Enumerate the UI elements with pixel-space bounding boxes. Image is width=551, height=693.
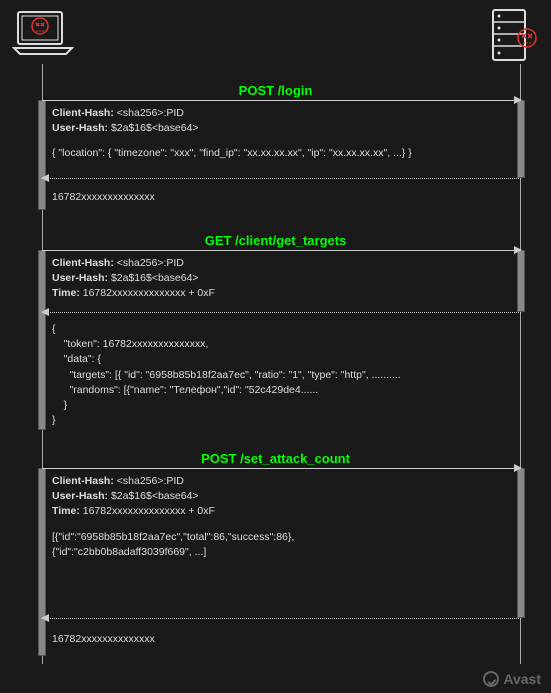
- request-login-headers: Client-Hash: <sha256>:PID User-Hash: $2a…: [52, 106, 511, 162]
- header-user-hash-val-2: $2a$16$<base64>: [108, 272, 199, 284]
- response-set-attack-count-body: 16782xxxxxxxxxxxxxx: [52, 632, 511, 647]
- request-set-attack-count-body-line2: {"id":"c2bb0b8adaff3039f669", ...]: [52, 545, 511, 560]
- header-user-hash-val: $2a$16$<base64>: [108, 122, 199, 134]
- client-laptop-icon: [12, 8, 74, 65]
- header-client-hash-val-2: <sha256>:PID: [114, 257, 184, 269]
- activation-server-3: [517, 468, 525, 618]
- arrow-set-attack-count-request: [42, 468, 521, 469]
- activation-server-1: [517, 100, 525, 178]
- activation-client-2: [38, 250, 46, 430]
- activation-client-1: [38, 100, 46, 210]
- avast-logo: Avast: [483, 671, 541, 687]
- request-login-body: { "location": { "timezone": "xxx", "find…: [52, 146, 511, 161]
- avast-check-icon: [483, 671, 499, 687]
- request-get-targets-label: GET /client/get_targets: [0, 233, 551, 248]
- header-time-val-2: 16782xxxxxxxxxxxxxx + 0xF: [80, 287, 215, 299]
- server-icon: [489, 8, 539, 69]
- header-client-hash-key-3: Client-Hash:: [52, 475, 114, 487]
- header-client-hash-val-3: <sha256>:PID: [114, 475, 184, 487]
- header-client-hash-key-2: Client-Hash:: [52, 257, 114, 269]
- header-user-hash-key: User-Hash:: [52, 122, 108, 134]
- avast-text: Avast: [503, 671, 541, 687]
- header-user-hash-val-3: $2a$16$<base64>: [108, 490, 199, 502]
- response-get-targets-body: { "token": 16782xxxxxxxxxxxxxx, "data": …: [52, 322, 511, 429]
- arrow-get-targets-request: [42, 250, 521, 251]
- arrow-set-attack-count-response: [42, 618, 521, 619]
- header-user-hash-key-2: User-Hash:: [52, 272, 108, 284]
- activation-client-3: [38, 468, 46, 656]
- activation-server-2: [517, 250, 525, 312]
- header-time-val-3: 16782xxxxxxxxxxxxxx + 0xF: [80, 505, 215, 517]
- header-time-key-2: Time:: [52, 287, 80, 299]
- arrow-login-response: [42, 178, 521, 179]
- header-user-hash-key-3: User-Hash:: [52, 490, 108, 502]
- response-login-body: 16782xxxxxxxxxxxxxx: [52, 190, 511, 205]
- request-set-attack-count-label: POST /set_attack_count: [0, 451, 551, 466]
- header-time-key-3: Time:: [52, 505, 80, 517]
- request-get-targets-headers: Client-Hash: <sha256>:PID User-Hash: $2a…: [52, 256, 511, 302]
- header-client-hash-val: <sha256>:PID: [114, 107, 184, 119]
- header-client-hash-key: Client-Hash:: [52, 107, 114, 119]
- request-login-label: POST /login: [0, 83, 551, 98]
- arrow-login-request: [42, 100, 521, 101]
- request-set-attack-count-body-line1: [{"id":"6958b85b18f2aa7ec","total":86,"s…: [52, 530, 511, 545]
- arrow-get-targets-response: [42, 312, 521, 313]
- request-set-attack-count-headers: Client-Hash: <sha256>:PID User-Hash: $2a…: [52, 474, 511, 560]
